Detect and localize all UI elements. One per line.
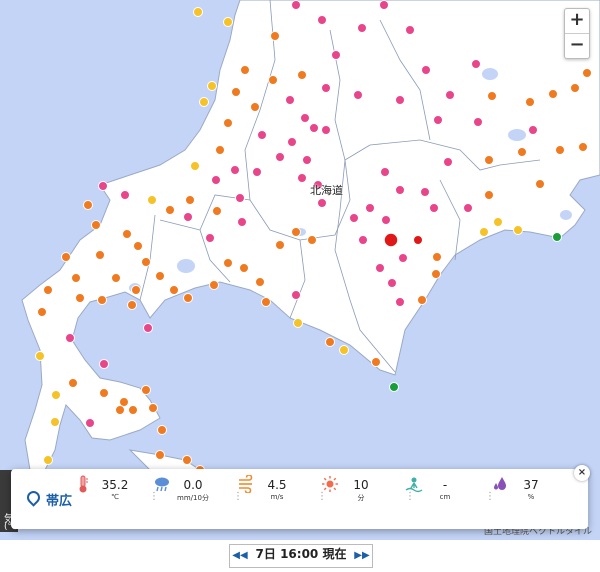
station-label: 帯広 — [46, 494, 73, 509]
weather-map[interactable]: 北海道 + − 気 (℃) 5 10 15 20 25 30 35 国土地理院ベ… — [0, 0, 600, 540]
temperature-item: 35.2 ℃ — [75, 475, 155, 501]
humidity-item: 37 % — [491, 475, 571, 501]
sun-icon — [322, 476, 338, 492]
current-time-label: 7日 16:00 現在 — [255, 547, 347, 561]
zoom-control: + − — [564, 8, 590, 59]
station-name[interactable]: 帯広 — [24, 488, 73, 509]
time-bar: ◀◀ 7日 16:00 現在 ▶▶ — [0, 540, 600, 572]
separator: ⋮ — [233, 491, 243, 502]
hokkaido-landmass — [21, 0, 600, 471]
snow-icon — [405, 477, 423, 493]
time-selector: ◀◀ 7日 16:00 現在 ▶▶ — [229, 544, 373, 568]
separator: ⋮ — [485, 491, 495, 502]
precipitation-unit: mm/10分 — [177, 494, 209, 502]
lake — [508, 129, 526, 141]
humidity-unit: % — [527, 493, 535, 501]
sunshine-item: 10 分 — [321, 475, 401, 503]
region-label: 北海道 — [310, 184, 343, 197]
wind-unit: m/s — [270, 493, 284, 501]
zoom-out-button[interactable]: − — [565, 33, 589, 58]
lake — [482, 68, 498, 80]
next-time-button[interactable]: ▶▶ — [352, 545, 372, 567]
humidity-icon — [494, 477, 506, 490]
thermometer-icon — [79, 475, 88, 493]
location-pin-icon — [24, 488, 43, 507]
station-info-panel: 帯広 35.2 ℃ ⋮ 0.0 mm/10分 ⋮ 4.5 m/s ⋮ 10 分 … — [11, 465, 590, 529]
sunshine-unit: 分 — [357, 494, 365, 502]
separator: ⋮ — [149, 491, 159, 502]
map-canvas — [21, 0, 600, 475]
rain-icon — [155, 477, 169, 492]
lake — [177, 259, 195, 273]
precipitation-item: 0.0 mm/10分 — [153, 475, 233, 503]
previous-time-button[interactable]: ◀◀ — [230, 545, 250, 567]
close-panel-button[interactable]: × — [574, 465, 590, 481]
wind-icon — [239, 475, 253, 493]
separator: ⋮ — [317, 491, 327, 502]
selected-station-marker — [383, 232, 399, 248]
snow-item: - cm — [405, 475, 485, 501]
zoom-in-button[interactable]: + — [565, 9, 589, 33]
wind-item: 4.5 m/s — [237, 475, 317, 501]
lake — [560, 210, 572, 220]
snow-unit: cm — [439, 493, 451, 501]
temperature-unit: ℃ — [111, 493, 119, 501]
